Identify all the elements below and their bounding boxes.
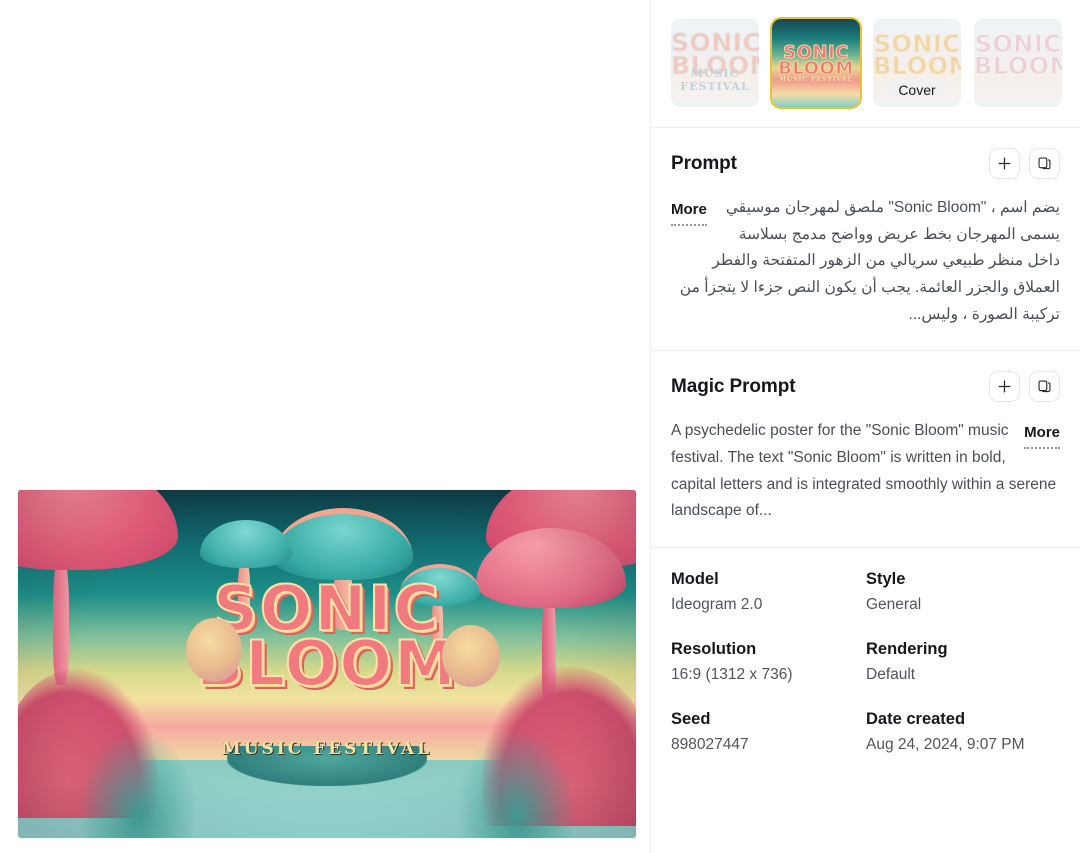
metadata-value: 898027447 xyxy=(671,735,749,753)
prompt-header: Prompt xyxy=(671,148,1060,179)
thumbnail-title-line2: BLOOM xyxy=(974,51,1062,80)
metadata-grid: Model Ideogram 2.0 Style General Resolut… xyxy=(651,548,1080,800)
metadata-rendering: Rendering Default xyxy=(866,640,1060,684)
poster-subtitle: MUSIC FESTIVAL xyxy=(221,739,433,759)
magic-prompt-text-container: More A psychedelic poster for the "Sonic… xyxy=(671,418,1060,525)
thumbnail-artwork: SONIC BLOOM xyxy=(974,18,1062,107)
decor-mushroom-cap xyxy=(18,490,178,570)
thumbnail-title: SONIC BLOOM xyxy=(974,31,1062,80)
image-stage: SONIC BLOOM MUSIC FESTIVAL xyxy=(0,0,650,853)
magic-prompt-section: Magic Prompt More A psychedelic poster f… xyxy=(651,351,1080,547)
image-detail-view: SONIC BLOOM MUSIC FESTIVAL SONIC BLOOM M… xyxy=(0,0,1080,853)
prompt-copy-button[interactable] xyxy=(1029,148,1060,179)
prompt-text: يضم اسم ، "Sonic Bloom" ملصق لمهرجان موس… xyxy=(679,199,1060,323)
thumbnail-1[interactable]: SONIC BLOOM MUSIC FESTIVAL xyxy=(671,18,759,107)
metadata-value: Aug 24, 2024, 9:07 PM xyxy=(866,735,1025,753)
decor-flower-cluster xyxy=(186,618,242,682)
prompt-actions xyxy=(989,148,1060,179)
thumbnail-subtitle: MUSIC FESTIVAL xyxy=(779,75,853,83)
poster-title: SONIC BLOOM xyxy=(18,577,636,700)
prompt-text-container: More يضم اسم ، "Sonic Bloom" ملصق لمهرجا… xyxy=(671,195,1060,328)
poster-title-line2: BLOOM xyxy=(195,626,458,700)
decor-mushroom-cap xyxy=(273,508,413,580)
metadata-label: Date created xyxy=(866,709,966,728)
metadata-model: Model Ideogram 2.0 xyxy=(671,570,866,614)
metadata-resolution: Resolution 16:9 (1312 x 736) xyxy=(671,640,866,684)
copy-icon xyxy=(1037,156,1052,171)
main-preview-image[interactable]: SONIC BLOOM MUSIC FESTIVAL xyxy=(18,490,636,838)
decor-flower-cluster xyxy=(442,625,500,687)
prompt-add-button[interactable] xyxy=(989,148,1020,179)
thumbnail-title: SONIC BLOOM xyxy=(873,31,961,80)
plus-icon xyxy=(997,379,1012,394)
thumbnail-title-line2: BLOOM xyxy=(873,51,961,80)
thumbnail-strip[interactable]: SONIC BLOOM MUSIC FESTIVAL SONIC BLOOM M… xyxy=(651,0,1080,127)
details-panel: SONIC BLOOM MUSIC FESTIVAL SONIC BLOOM M… xyxy=(650,0,1080,853)
metadata-label: Model xyxy=(671,569,719,588)
metadata-value: Ideogram 2.0 xyxy=(671,595,763,613)
metadata-value: 16:9 (1312 x 736) xyxy=(671,665,793,683)
poster-artwork: SONIC BLOOM MUSIC FESTIVAL xyxy=(18,490,636,838)
thumbnail-3[interactable]: SONIC BLOOM Cover xyxy=(873,18,961,107)
magic-prompt-text: A psychedelic poster for the "Sonic Bloo… xyxy=(671,422,1057,520)
metadata-label: Seed xyxy=(671,709,711,728)
decor-mushroom-cap xyxy=(200,520,292,568)
thumbnail-artwork: SONIC BLOOM MUSIC FESTIVAL xyxy=(671,18,759,107)
metadata-label: Style xyxy=(866,569,906,588)
magic-prompt-actions xyxy=(989,371,1060,403)
prompt-title: Prompt xyxy=(671,152,737,174)
magic-prompt-more-link[interactable]: More xyxy=(1024,420,1060,450)
magic-prompt-add-button[interactable] xyxy=(989,371,1020,403)
magic-prompt-copy-button[interactable] xyxy=(1029,371,1060,403)
metadata-style: Style General xyxy=(866,570,1060,614)
thumbnail-artwork: SONIC BLOOM MUSIC FESTIVAL xyxy=(772,18,860,107)
cover-badge: Cover xyxy=(886,78,948,101)
thumbnail-title: SONIC BLOOM xyxy=(772,43,860,79)
magic-prompt-header: Magic Prompt xyxy=(671,371,1060,403)
prompt-more-link[interactable]: More xyxy=(671,197,707,226)
metadata-seed: Seed 898027447 xyxy=(671,710,866,754)
prompt-section: Prompt More يضم اسم ، "Sonic Bloom" ملصق… xyxy=(651,128,1080,350)
metadata-date-created: Date created Aug 24, 2024, 9:07 PM xyxy=(866,710,1060,754)
metadata-value: General xyxy=(866,595,922,613)
thumbnail-subtitle: MUSIC FESTIVAL xyxy=(680,66,750,93)
thumbnail-4[interactable]: SONIC BLOOM xyxy=(974,18,1062,107)
thumbnail-2[interactable]: SONIC BLOOM MUSIC FESTIVAL xyxy=(772,18,860,107)
metadata-label: Resolution xyxy=(671,639,757,658)
plus-icon xyxy=(997,156,1012,171)
metadata-label: Rendering xyxy=(866,639,948,658)
magic-prompt-title: Magic Prompt xyxy=(671,375,796,397)
copy-icon xyxy=(1037,379,1052,394)
metadata-value: Default xyxy=(866,665,916,683)
